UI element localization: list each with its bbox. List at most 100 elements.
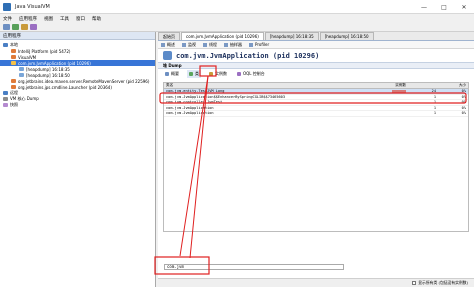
applications-panel-title: 应用程序 xyxy=(3,33,21,39)
class-name-cell: com.jvm.controller.JvmTest xyxy=(166,100,223,105)
section-title: 堆 Dump xyxy=(163,62,182,68)
oql-console-button[interactable]: OQL 控制台 xyxy=(235,70,267,78)
classes-button[interactable]: 类 xyxy=(187,70,201,78)
menu-bar: 文件 应用程序 视图 工具 窗口 帮助 xyxy=(0,14,474,23)
menu-help[interactable]: 帮助 xyxy=(92,16,101,22)
table-row[interactable]: com.jvm.JvmApplication 1 0% xyxy=(164,111,468,117)
sampler-icon xyxy=(224,42,228,47)
main-panel: 起始页 com.jvm.JvmApplication (pid 10296) [… xyxy=(158,32,474,287)
maximize-button[interactable]: □ xyxy=(434,0,454,14)
core-dump-icon xyxy=(3,97,8,101)
add-jmx-connection-icon[interactable] xyxy=(21,24,28,30)
tree-node-label: [heapdump] 16:18:50 xyxy=(26,72,70,78)
computer-icon xyxy=(3,43,8,47)
subtab-threads[interactable]: 线程 xyxy=(203,42,217,48)
document-tabs: 起始页 com.jvm.JvmApplication (pid 10296) [… xyxy=(158,32,474,41)
classes-label: 类 xyxy=(195,71,199,76)
instances-bar-cell xyxy=(378,89,408,93)
class-filter-input[interactable] xyxy=(164,263,344,270)
window-title: Java VisualVM xyxy=(15,3,50,10)
pct-cell: 0% xyxy=(461,94,466,99)
column-class-name[interactable]: 类名 xyxy=(164,83,378,88)
status-bar: 显示所有类 (包括没有实例数) xyxy=(158,278,474,287)
class-name-cell: com.jvm.JvmApplication xyxy=(166,105,214,110)
applications-panel-header: 应用程序 xyxy=(0,32,155,40)
overview-icon xyxy=(161,42,165,47)
heapdump-icon xyxy=(19,67,24,71)
close-button[interactable]: ✕ xyxy=(454,0,474,14)
subtab-label: 抽样器 xyxy=(230,41,242,47)
oql-icon xyxy=(237,72,241,76)
menu-window[interactable]: 窗口 xyxy=(76,16,85,22)
subtab-label: Profiler xyxy=(255,42,270,47)
java-app-icon xyxy=(11,79,16,83)
subtab-overview[interactable]: 概述 xyxy=(161,42,175,48)
tree-node-label: com.jvm.JvmApplication (pid 10296) xyxy=(18,60,91,66)
view-subtabs: 概述 监视 线程 抽样器 Profiler xyxy=(158,41,474,49)
instances-cell: 1 xyxy=(433,105,436,110)
window-titlebar: Java VisualVM — □ ✕ xyxy=(0,0,474,14)
tree-node-label: org.jetbrains.jps.cmdline.Launcher (pid … xyxy=(18,84,112,90)
menu-tools[interactable]: 工具 xyxy=(60,16,69,22)
instances-button[interactable]: 实例数 xyxy=(207,70,229,78)
tree-node-label: VisualVM xyxy=(18,54,37,60)
oql-label: OQL 控制台 xyxy=(243,71,265,76)
main-toolbar xyxy=(0,23,474,32)
visualvm-app-icon xyxy=(3,2,11,11)
tab-heapdump-2[interactable]: [heapdump] 16:18:50 xyxy=(319,32,374,40)
pct-cell: 0% xyxy=(461,89,466,94)
tree-node-label: org.jetbrains.idea.maven.server.RemoteMa… xyxy=(18,78,150,84)
tab-heapdump-1[interactable]: [heapdump] 16:18:35 xyxy=(264,32,319,40)
page-title: com.jvm.JvmApplication (pid 10296) xyxy=(176,51,320,60)
snapshot-icon xyxy=(3,103,8,107)
network-icon xyxy=(3,91,8,95)
menu-file[interactable]: 文件 xyxy=(3,16,12,22)
instances-cell: 1 xyxy=(433,100,436,105)
java-app-icon xyxy=(11,55,16,59)
heap-dump-toolbar: 概要 类 实例数 OQL 控制台 xyxy=(158,69,474,79)
class-name-cell: com.jvm.JvmApplication xyxy=(166,111,214,116)
tree-node-maven-server[interactable]: org.jetbrains.idea.maven.server.RemoteMa… xyxy=(0,78,155,84)
java-app-icon xyxy=(11,61,16,65)
summary-icon xyxy=(165,72,169,76)
instances-icon xyxy=(209,72,213,76)
pct-cell: 0% xyxy=(461,111,466,116)
pct-cell: 0% xyxy=(461,100,466,105)
instances-label: 实例数 xyxy=(215,71,227,76)
subtab-sampler[interactable]: 抽样器 xyxy=(224,42,242,48)
column-instances[interactable]: 实例数 xyxy=(378,83,408,88)
tree-node-label: IntelliJ Platform (pid 5472) xyxy=(18,48,71,54)
instances-cell: 1 xyxy=(433,111,436,116)
tab-jvm-application[interactable]: com.jvm.JvmApplication (pid 10296) xyxy=(181,32,264,40)
subtab-label: 监视 xyxy=(188,41,196,47)
class-name-cell: com.jvm.JvmApplication$$EnhancerBySpring… xyxy=(166,94,285,99)
instances-cell: 24 xyxy=(431,89,436,94)
open-snapshot-icon[interactable] xyxy=(3,24,10,30)
menu-applications[interactable]: 应用程序 xyxy=(19,16,37,22)
summary-button[interactable]: 概要 xyxy=(163,70,181,78)
minimize-button[interactable]: — xyxy=(414,0,434,14)
subtab-monitor[interactable]: 监视 xyxy=(182,42,196,48)
tree-node-label: [heapdump] 16:18:35 xyxy=(26,66,70,72)
show-all-classes-label: 显示所有类 (包括没有实例数) xyxy=(418,280,468,285)
add-core-dump-icon[interactable] xyxy=(30,24,37,30)
pct-cell: 0% xyxy=(461,105,466,110)
instances-cell: 1 xyxy=(433,94,436,99)
show-all-classes-checkbox[interactable] xyxy=(412,281,417,285)
applications-panel: 应用程序 本地 IntelliJ Platform (pid 5472) Vis… xyxy=(0,32,156,287)
subtab-profiler[interactable]: Profiler xyxy=(249,42,269,47)
add-remote-host-icon[interactable] xyxy=(12,24,19,30)
applications-tree: 本地 IntelliJ Platform (pid 5472) VisualVM… xyxy=(0,40,155,108)
column-size[interactable]: 大小 xyxy=(438,83,468,88)
java-app-icon xyxy=(11,49,16,53)
threads-icon xyxy=(203,42,207,47)
java-app-icon xyxy=(11,85,16,89)
subtab-label: 概述 xyxy=(167,41,175,47)
menu-view[interactable]: 视图 xyxy=(44,16,53,22)
instances-bar xyxy=(392,89,406,93)
page-heading: com.jvm.JvmApplication (pid 10296) xyxy=(158,49,474,62)
tree-node-label: 本地 xyxy=(10,42,18,47)
subtab-label: 线程 xyxy=(209,41,217,47)
tree-node-snapshots[interactable]: 快照 xyxy=(0,102,155,108)
tab-start-page[interactable]: 起始页 xyxy=(158,32,180,40)
